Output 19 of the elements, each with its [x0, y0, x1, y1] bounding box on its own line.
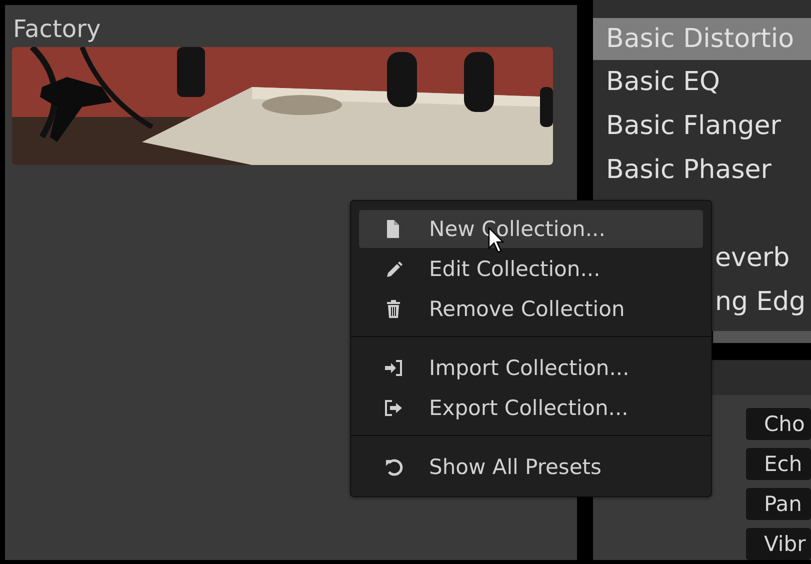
preset-item[interactable]: Basic Flanger [593, 104, 811, 148]
effect-tag[interactable]: Cho [746, 408, 811, 440]
preset-item[interactable]: Basic EQ [593, 60, 811, 104]
menu-item[interactable]: New Collection... [359, 210, 703, 248]
effect-tag[interactable]: Pan [746, 488, 811, 520]
trash-icon [385, 300, 403, 318]
pencil-icon [385, 260, 403, 278]
import-icon [385, 359, 403, 377]
effect-tag[interactable]: Ech [746, 448, 811, 480]
menu-item[interactable]: Export Collection... [359, 389, 703, 427]
scrollbar[interactable] [713, 330, 811, 343]
menu-item[interactable]: Edit Collection... [359, 250, 703, 288]
undo-icon [385, 458, 403, 476]
effect-tag[interactable]: Vibr [746, 528, 811, 560]
menu-item[interactable]: Remove Collection [359, 290, 703, 328]
preset-item[interactable]: Basic Phaser [593, 148, 811, 192]
menu-item[interactable]: Import Collection... [359, 349, 703, 387]
menu-item[interactable]: Show All Presets [359, 448, 703, 486]
export-icon [385, 399, 403, 417]
